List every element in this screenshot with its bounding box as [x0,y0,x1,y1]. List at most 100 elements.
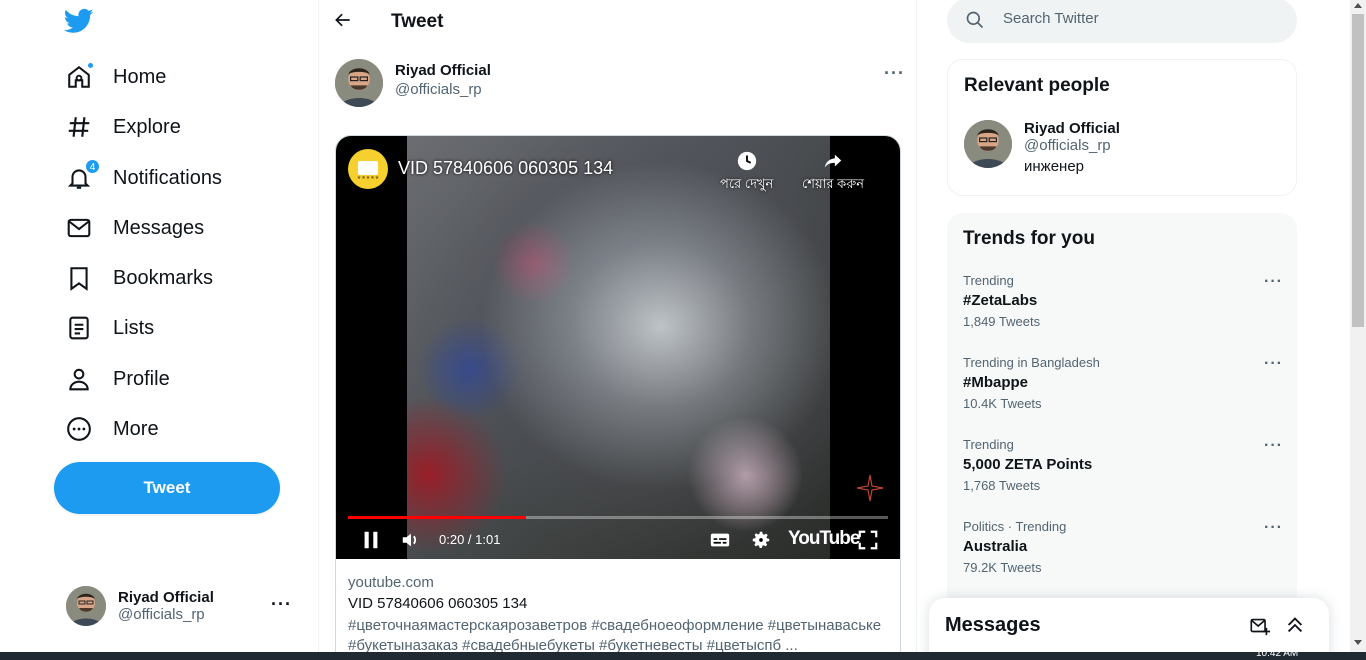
nav-bookmarks[interactable]: Bookmarks [54,254,225,302]
trend-item[interactable]: Trending #ZetaLabs 1,849 Tweets ··· [963,273,1283,349]
account-handle: @officials_rp [118,606,205,623]
nav-label: Bookmarks [113,266,214,289]
more-dots-icon[interactable]: ··· [1264,273,1283,291]
avatar [66,586,106,626]
avatar[interactable] [335,59,383,107]
card-title: VID 57840606 060305 134 [348,595,528,612]
scroll-down-arrow-icon[interactable] [1354,640,1362,645]
more-dots-icon[interactable]: ··· [1264,437,1283,455]
nav-more[interactable]: More [54,405,171,453]
avatar[interactable] [964,120,1012,168]
more-dots-icon[interactable]: ··· [884,63,905,84]
page-scrollbar[interactable] [1350,0,1366,652]
account-switcher[interactable]: Riyad Official @officials_rp ··· [54,576,304,636]
messages-drawer-title: Messages [945,614,1041,636]
clock-icon [737,151,756,171]
trend-topic: Australia [963,538,1028,555]
gear-icon [752,531,770,548]
fullscreen-button[interactable] [856,528,880,552]
youtube-logo[interactable]: YouTube [788,528,860,550]
trend-topic: #ZetaLabs [963,292,1038,309]
chevron-double-up-icon[interactable] [1284,614,1306,636]
bell-icon: 4 [66,159,100,191]
nav-messages[interactable]: Messages [54,204,216,252]
tweet-header: Tweet [319,0,916,43]
envelope-icon [66,215,92,241]
video-frame [407,136,830,559]
trend-count: 1,849 Tweets [963,314,1041,329]
page-title: Tweet [391,11,444,32]
more-dots-icon[interactable]: ··· [1264,355,1283,373]
tweet-button[interactable]: Tweet [54,462,280,514]
search-box[interactable] [947,0,1297,43]
person-names: Riyad Official @officials_rp инженер [1024,120,1284,175]
os-taskbar: 10:42 AM [0,648,1366,660]
trend-item[interactable]: Trending in Bangladesh #Mbappe 10.4K Twe… [963,355,1283,431]
scrollbar-thumb[interactable] [1352,14,1364,327]
watermark-icon [856,474,884,502]
svg-text:★★★★★: ★★★★★ [357,175,380,181]
trend-context: Trending [963,437,1014,452]
share-label: শেয়ার করুন [802,176,864,191]
notification-count-badge: 4 [85,159,100,174]
account-name: Riyad Official [118,589,214,606]
tweet-detail-column: Tweet Riyad Official @officials_rp ··· ★… [318,0,917,652]
bookmark-icon [66,265,92,291]
person-handle[interactable]: @officials_rp [1024,137,1284,154]
nav-explore[interactable]: Explore [54,103,193,151]
video-title[interactable]: VID 57840606 060305 134 [398,158,613,179]
author-handle[interactable]: @officials_rp [395,81,491,98]
volume-icon [402,533,417,547]
taskbar-clock: 10:42 AM [1256,648,1299,659]
relevant-person[interactable]: Riyad Official @officials_rp инженер [964,120,1120,175]
search-icon [966,11,984,29]
nav-profile[interactable]: Profile [54,355,182,403]
twitter-logo-icon[interactable] [63,6,98,36]
volume-button[interactable] [400,528,422,552]
more-dots-icon[interactable]: ··· [271,594,292,615]
share-button[interactable]: শেয়ার করুন [802,150,864,196]
more-dots-icon[interactable]: ··· [1264,519,1283,537]
nav-lists[interactable]: Lists [54,304,166,352]
trend-item[interactable]: Politics · Trending Australia 79.2K Twee… [963,519,1283,595]
share-arrow-icon [824,154,842,168]
video-player[interactable]: ★★★★★ VID 57840606 060305 134 পরে দেখুন … [336,136,900,559]
search-input[interactable] [1003,10,1283,27]
card-domain: youtube.com [348,574,434,591]
trend-count: 1,768 Tweets [963,478,1041,493]
trend-topic: #Mbappe [963,374,1029,391]
channel-logo-icon[interactable]: ★★★★★ [348,149,388,189]
unread-dot [87,62,94,69]
trend-item[interactable]: Trending 5,000 ZETA Points 1,768 Tweets … [963,437,1283,513]
new-message-icon[interactable] [1249,615,1271,637]
nav-label: Home [113,65,167,88]
video-progress-bar[interactable] [348,516,888,519]
trend-topic: 5,000 ZETA Points [963,456,1093,473]
link-card[interactable]: ★★★★★ VID 57840606 060305 134 পরে দেখুন … [335,135,901,652]
trend-count: 10.4K Tweets [963,396,1042,411]
trend-context: Trending in Bangladesh [963,355,1100,370]
nav-notifications[interactable]: 4 Notifications [54,154,234,202]
pause-button[interactable] [360,528,382,552]
video-progress-fill [348,516,527,519]
trend-count: 79.2K Tweets [963,560,1042,575]
nav-home[interactable]: Home [54,53,178,101]
hashtag-icon [66,114,92,140]
author-names: Riyad Official @officials_rp [395,62,491,98]
relevant-people-panel: Relevant people Riyad Official @official… [947,59,1297,196]
left-navigation: Home Explore 4 Notifications Messages Bo… [0,0,318,652]
captions-button[interactable] [708,528,732,552]
watch-later-label: পরে দেখুন [720,176,774,191]
nav-label: Messages [113,216,205,239]
settings-button[interactable] [749,528,773,552]
nav-label: Profile [113,367,170,390]
scroll-up-arrow-icon[interactable] [1354,3,1362,8]
back-arrow-icon[interactable] [333,10,357,34]
author-name[interactable]: Riyad Official [395,62,491,79]
video-time: 0:20 / 1:01 [439,532,501,547]
card-text[interactable]: youtube.com VID 57840606 060305 134 #цве… [348,574,893,652]
nav-label: More [113,417,159,440]
pause-icon [364,531,378,549]
person-name[interactable]: Riyad Official [1024,120,1284,137]
watch-later-button[interactable]: পরে দেখুন [720,150,773,196]
